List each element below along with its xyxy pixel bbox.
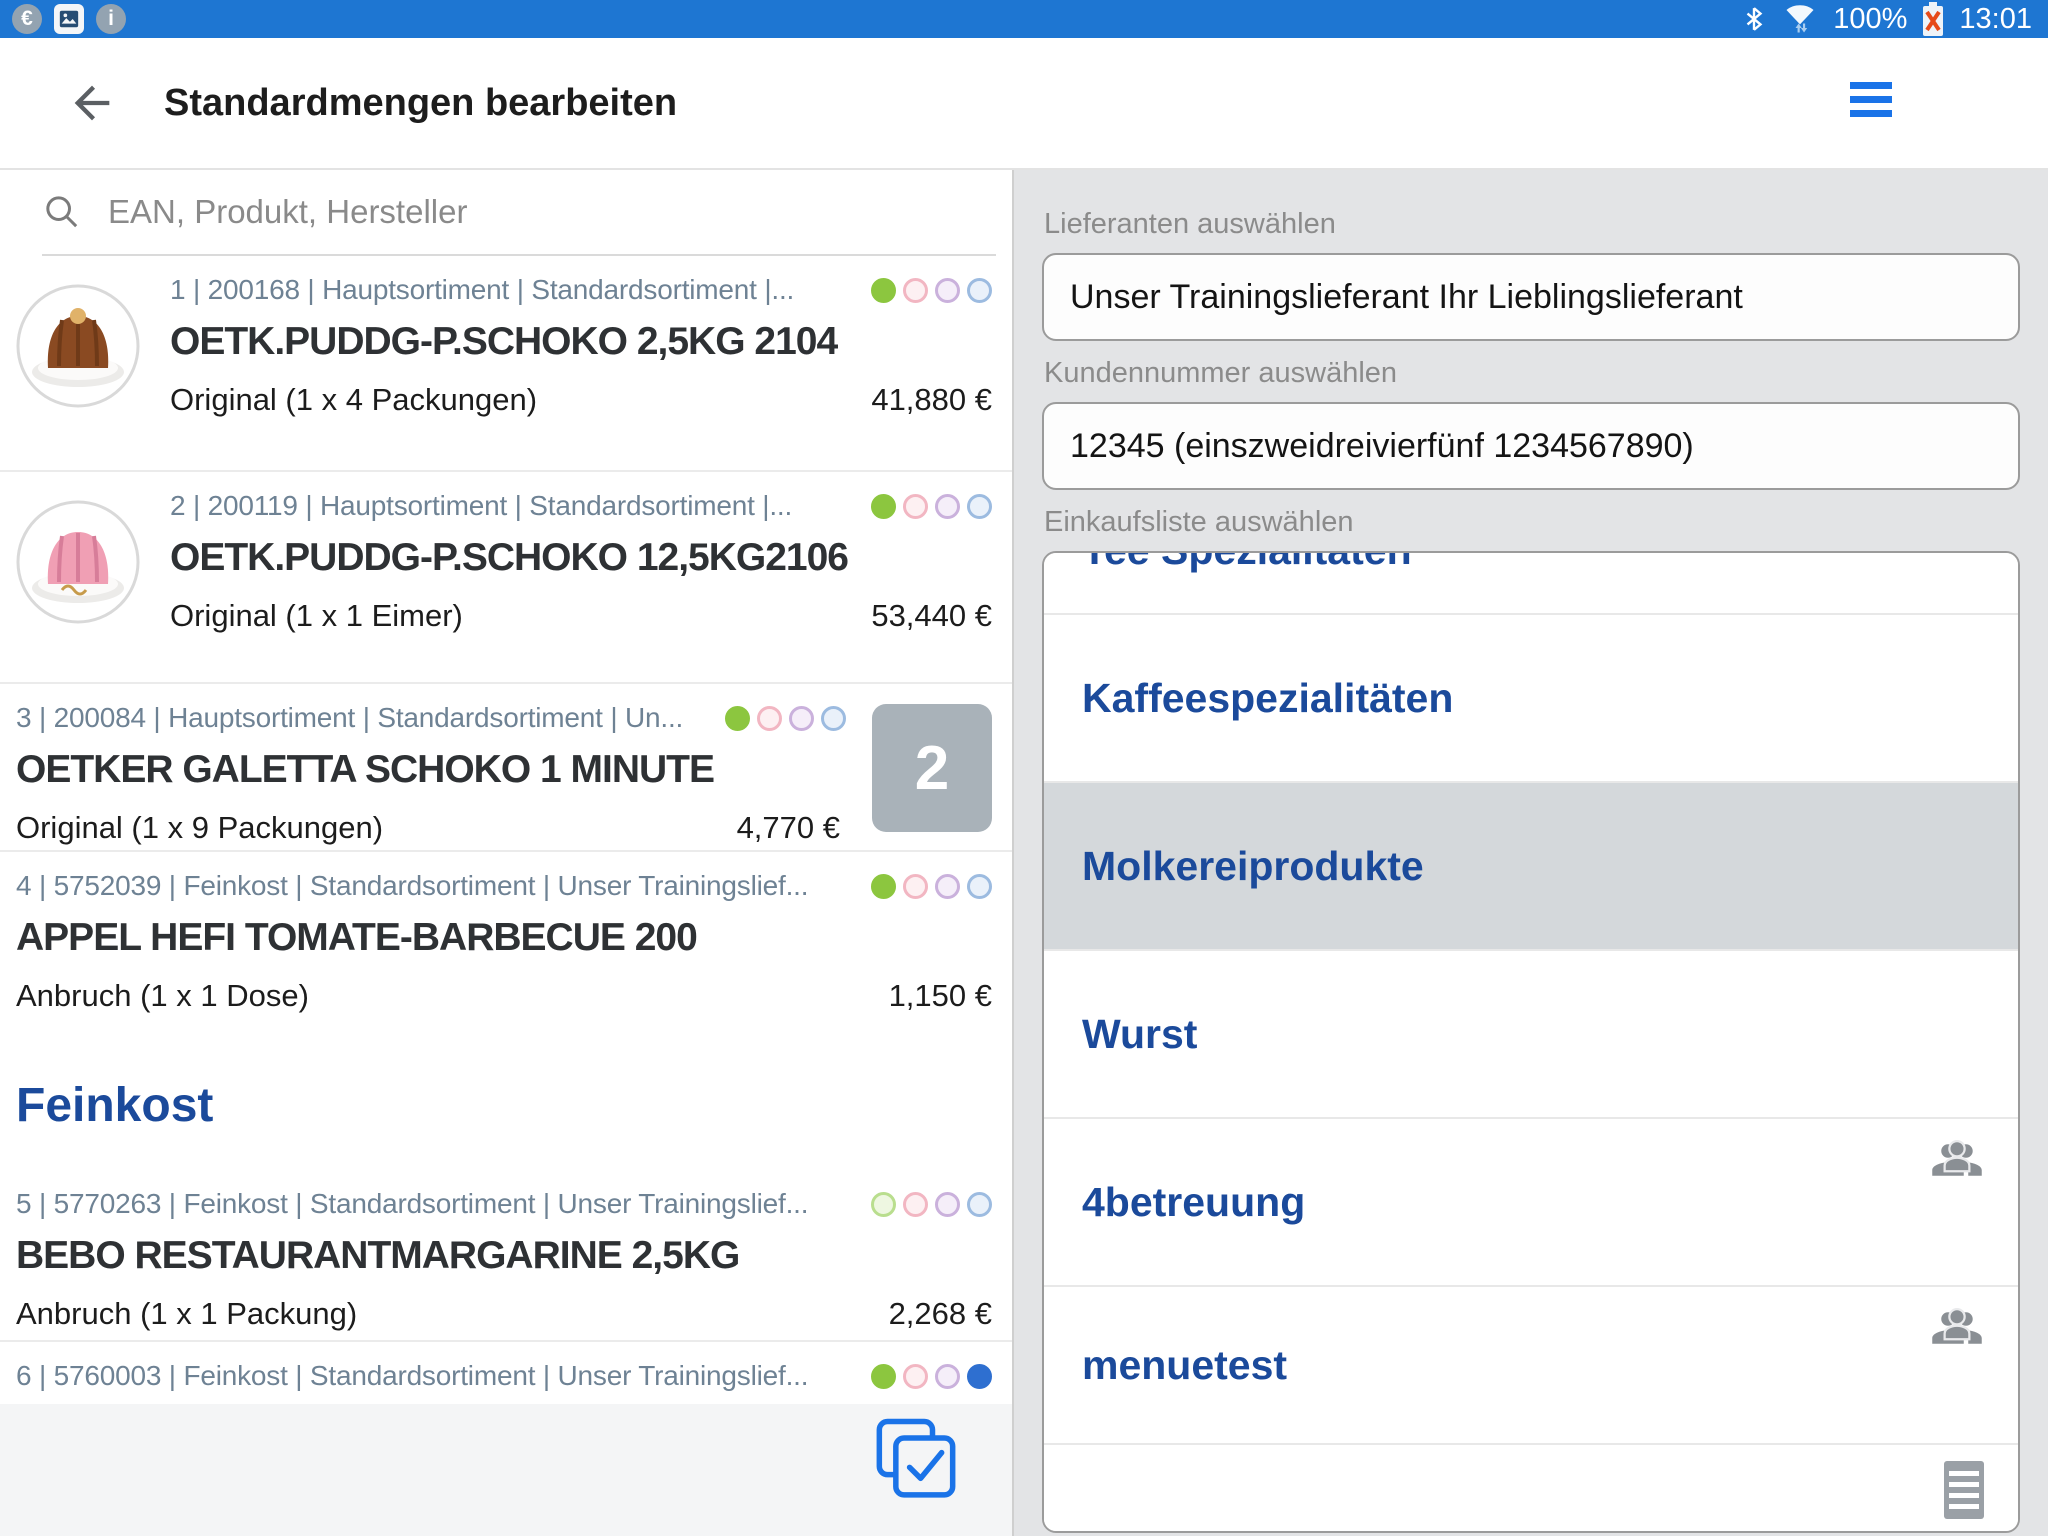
section-header: Feinkost (0, 1040, 1012, 1170)
clock: 13:01 (1959, 3, 2032, 36)
pink-outline-dot (903, 278, 928, 303)
product-price: 2,268 € (889, 1296, 992, 1332)
green-filled-dot (871, 278, 896, 303)
search-input[interactable] (108, 193, 996, 231)
pink-outline-dot (903, 1192, 928, 1217)
green-filled-dot (871, 1364, 896, 1389)
shopping-list: Tee Spezialitäten Kaffeespezialitäten Mo… (1042, 551, 2020, 1533)
info-notification-icon: i (96, 4, 126, 34)
product-meta: 4 | 5752039 | Feinkost | Standardsortime… (16, 870, 861, 902)
supplier-label: Lieferanten auswählen (1044, 208, 2020, 241)
shopping-list-item[interactable]: Wurst (1044, 951, 2018, 1119)
product-variant: Original (1 x 4 Packungen) (170, 382, 537, 418)
customer-number-label: Kundennummer auswählen (1044, 357, 2020, 390)
status-dots (725, 706, 846, 731)
blue-outline-dot (967, 278, 992, 303)
shopping-list-item[interactable]: Kaffeespezialitäten (1044, 615, 2018, 783)
status-dots (871, 1192, 992, 1217)
shared-group-icon (1930, 1133, 1984, 1187)
shopping-list-label: Einkaufsliste auswählen (1044, 506, 2020, 539)
multi-select-check-icon[interactable] (872, 1416, 960, 1504)
shopping-list-item[interactable]: Tee Spezialitäten (1044, 553, 2018, 615)
blue-outline-dot (821, 706, 846, 731)
product-price: 53,440 € (871, 598, 992, 634)
status-dots (871, 1364, 992, 1389)
product-title: APPEL HEFI TOMATE-BARBECUE 200 (16, 916, 992, 960)
product-title: OETK.PUDDG-P.SCHOKO 2,5KG 2104 (170, 320, 992, 364)
product-row[interactable]: 3 | 200084 | Hauptsortiment | Standardso… (0, 682, 1012, 850)
green-filled-dot (871, 874, 896, 899)
shopping-list-end (1044, 1445, 2018, 1531)
blue-outline-dot (967, 874, 992, 899)
product-row[interactable]: 5 | 5770263 | Feinkost | Standardsortime… (0, 1170, 1012, 1340)
product-row[interactable]: 4 | 5752039 | Feinkost | Standardsortime… (0, 850, 1012, 1040)
menu-icon[interactable] (1850, 82, 1892, 124)
customer-number-select[interactable]: 12345 (einszweidreivierfünf 1234567890) (1042, 402, 2020, 490)
battery-icon (1921, 2, 1945, 36)
product-image-chocolate-pudding (16, 274, 170, 470)
blue-filled-dot (967, 1364, 992, 1389)
shared-group-icon (1930, 1301, 1984, 1355)
scroll-indicator-icon (1944, 1461, 1984, 1519)
product-row[interactable]: 2 | 200119 | Hauptsortiment | Standardso… (0, 470, 1012, 682)
search-icon (42, 192, 82, 232)
pink-outline-dot (903, 494, 928, 519)
product-title: BEBO RESTAURANTMARGARINE 2,5KG (16, 1234, 992, 1278)
list-footer (0, 1404, 1012, 1536)
product-variant: Anbruch (1 x 1 Packung) (16, 1296, 357, 1332)
status-bar: € i 100% 13:01 (0, 0, 2048, 38)
purple-outline-dot (935, 874, 960, 899)
notification-icons: € i (12, 4, 126, 34)
product-variant: Original (1 x 1 Eimer) (170, 598, 463, 634)
pink-outline-dot (903, 1364, 928, 1389)
image-icon (58, 8, 80, 30)
pink-outline-dot (757, 706, 782, 731)
green-filled-dot (871, 494, 896, 519)
product-variant: Anbruch (1 x 1 Dose) (16, 978, 309, 1014)
product-price: 41,880 € (871, 382, 992, 418)
product-meta: 1 | 200168 | Hauptsortiment | Standardso… (170, 274, 861, 306)
battery-percent: 100% (1833, 3, 1907, 36)
app-bar: Standardmengen bearbeiten (0, 38, 2048, 170)
shopping-list-item[interactable]: 4betreuung (1044, 1119, 2018, 1287)
purple-outline-dot (789, 706, 814, 731)
supplier-select[interactable]: Unser Trainingslieferant Ihr Lieblingsli… (1042, 253, 2020, 341)
product-meta: 3 | 200084 | Hauptsortiment | Standardso… (16, 702, 715, 734)
product-image-pink-pudding (16, 490, 170, 682)
product-list-panel: 1 | 200168 | Hauptsortiment | Standardso… (0, 170, 1014, 1536)
bluetooth-icon (1741, 3, 1767, 35)
pink-outline-dot (903, 874, 928, 899)
purple-outline-dot (935, 278, 960, 303)
product-price: 4,770 € (737, 810, 840, 846)
purple-outline-dot (935, 1192, 960, 1217)
status-dots (871, 278, 992, 303)
selection-panel: Lieferanten auswählen Unser Trainingslie… (1014, 170, 2048, 1536)
screenshot-notification-icon (54, 4, 84, 34)
product-title: OETKER GALETTA SCHOKO 1 MINUTE (16, 748, 992, 792)
shopping-list-item-selected[interactable]: Molkereiprodukte (1044, 783, 2018, 951)
back-arrow-icon[interactable] (66, 77, 118, 129)
product-price: 1,150 € (889, 978, 992, 1014)
wifi-icon (1781, 1, 1819, 37)
status-dots (871, 874, 992, 899)
status-dots (871, 494, 992, 519)
green-outline-dot (871, 1192, 896, 1217)
search-bar (0, 170, 996, 256)
purple-outline-dot (935, 494, 960, 519)
product-row[interactable]: 6 | 5760003 | Feinkost | Standardsortime… (0, 1340, 1012, 1404)
shopping-list-item[interactable]: menuetest (1044, 1287, 2018, 1445)
blue-outline-dot (967, 494, 992, 519)
euro-notification-icon: € (12, 4, 42, 34)
quantity-badge: 2 (872, 704, 992, 832)
product-meta: 2 | 200119 | Hauptsortiment | Standardso… (170, 490, 861, 522)
blue-outline-dot (967, 1192, 992, 1217)
product-variant: Original (1 x 9 Packungen) (16, 810, 383, 846)
page-title: Standardmengen bearbeiten (164, 82, 677, 125)
green-filled-dot (725, 706, 750, 731)
product-meta: 5 | 5770263 | Feinkost | Standardsortime… (16, 1188, 861, 1220)
product-title: OETK.PUDDG-P.SCHOKO 12,5KG2106 (170, 536, 992, 580)
product-row[interactable]: 1 | 200168 | Hauptsortiment | Standardso… (0, 256, 1012, 470)
purple-outline-dot (935, 1364, 960, 1389)
product-meta: 6 | 5760003 | Feinkost | Standardsortime… (16, 1360, 861, 1392)
